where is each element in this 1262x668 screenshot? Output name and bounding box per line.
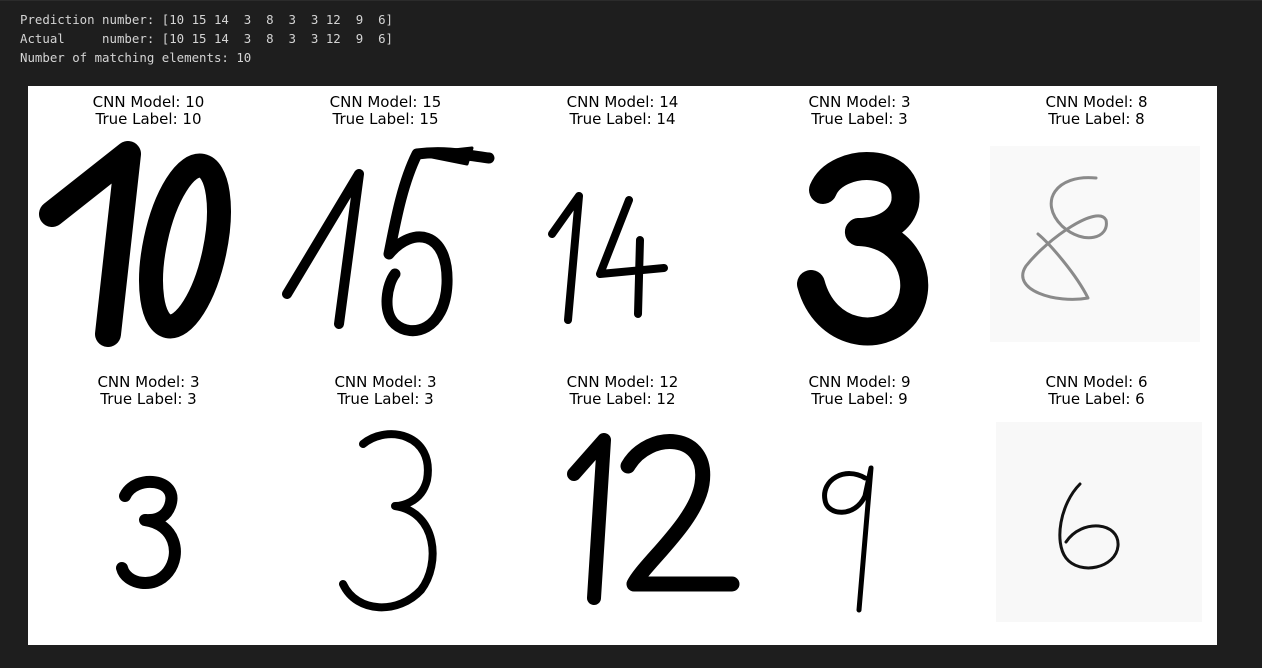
handwritten-digit-image bbox=[39, 141, 231, 347]
panel-title: CNN Model: 3 True Label: 3 bbox=[30, 374, 267, 408]
cnn-model-prediction: CNN Model: 9 bbox=[808, 373, 911, 391]
handwritten-digit-image bbox=[548, 192, 668, 324]
panel-title: CNN Model: 10 True Label: 10 bbox=[30, 94, 267, 128]
true-label: True Label: 9 bbox=[811, 390, 908, 408]
panel-title: CNN Model: 12 True Label: 12 bbox=[504, 374, 741, 408]
digit-panel-1: CNN Model: 10 True Label: 10 bbox=[30, 86, 267, 366]
digit-panel-10: CNN Model: 6 True Label: 6 bbox=[978, 366, 1215, 646]
stdout-output: Prediction number: [10 15 14 3 8 3 3 12 … bbox=[20, 10, 393, 67]
panel-title: CNN Model: 14 True Label: 14 bbox=[504, 94, 741, 128]
panel-title: CNN Model: 3 True Label: 3 bbox=[741, 94, 978, 128]
cnn-model-prediction: CNN Model: 15 bbox=[329, 93, 442, 111]
true-label: True Label: 3 bbox=[337, 390, 434, 408]
true-label: True Label: 3 bbox=[100, 390, 197, 408]
actual-line: Actual number: [10 15 14 3 8 3 3 12 9 6] bbox=[20, 31, 393, 46]
cnn-model-prediction: CNN Model: 3 bbox=[334, 373, 437, 391]
handwritten-digit-image bbox=[996, 422, 1202, 622]
cnn-model-prediction: CNN Model: 12 bbox=[566, 373, 679, 391]
true-label: True Label: 3 bbox=[811, 110, 908, 128]
cnn-model-prediction: CNN Model: 8 bbox=[1045, 93, 1148, 111]
panel-title: CNN Model: 8 True Label: 8 bbox=[978, 94, 1215, 128]
cnn-model-prediction: CNN Model: 6 bbox=[1045, 373, 1148, 391]
handwritten-digit-image bbox=[339, 430, 437, 612]
digit-panel-5: CNN Model: 8 True Label: 8 bbox=[978, 86, 1215, 366]
prediction-figure: CNN Model: 10 True Label: 10 CNN Model: … bbox=[28, 86, 1217, 645]
true-label: True Label: 6 bbox=[1048, 390, 1145, 408]
handwritten-digit-image bbox=[282, 146, 495, 337]
matching-count-line: Number of matching elements: 10 bbox=[20, 50, 252, 65]
prediction-line: Prediction number: [10 15 14 3 8 3 3 12 … bbox=[20, 12, 393, 27]
true-label: True Label: 10 bbox=[95, 110, 202, 128]
digit-panel-3: CNN Model: 14 True Label: 14 bbox=[504, 86, 741, 366]
digit-panel-8: CNN Model: 12 True Label: 12 bbox=[504, 366, 741, 646]
handwritten-digit-image bbox=[797, 152, 929, 346]
handwritten-digit-image bbox=[990, 146, 1200, 342]
panel-title: CNN Model: 15 True Label: 15 bbox=[267, 94, 504, 128]
digit-panel-2: CNN Model: 15 True Label: 15 bbox=[267, 86, 504, 366]
panel-title: CNN Model: 6 True Label: 6 bbox=[978, 374, 1215, 408]
panel-title: CNN Model: 3 True Label: 3 bbox=[267, 374, 504, 408]
handwritten-digit-image bbox=[822, 465, 874, 613]
cnn-model-prediction: CNN Model: 10 bbox=[92, 93, 205, 111]
notebook-output-cell: Prediction number: [10 15 14 3 8 3 3 12 … bbox=[0, 0, 1262, 668]
true-label: True Label: 8 bbox=[1048, 110, 1145, 128]
digit-panel-7: CNN Model: 3 True Label: 3 bbox=[267, 366, 504, 646]
handwritten-digit-image bbox=[567, 433, 740, 605]
cnn-model-prediction: CNN Model: 3 bbox=[97, 373, 200, 391]
true-label: True Label: 15 bbox=[332, 110, 439, 128]
true-label: True Label: 12 bbox=[569, 390, 676, 408]
digit-panel-6: CNN Model: 3 True Label: 3 bbox=[30, 366, 267, 646]
handwritten-digit-image bbox=[116, 475, 181, 589]
digit-panel-9: CNN Model: 9 True Label: 9 bbox=[741, 366, 978, 646]
cnn-model-prediction: CNN Model: 14 bbox=[566, 93, 679, 111]
true-label: True Label: 14 bbox=[569, 110, 676, 128]
digit-panel-4: CNN Model: 3 True Label: 3 bbox=[741, 86, 978, 366]
cnn-model-prediction: CNN Model: 3 bbox=[808, 93, 911, 111]
panel-title: CNN Model: 9 True Label: 9 bbox=[741, 374, 978, 408]
